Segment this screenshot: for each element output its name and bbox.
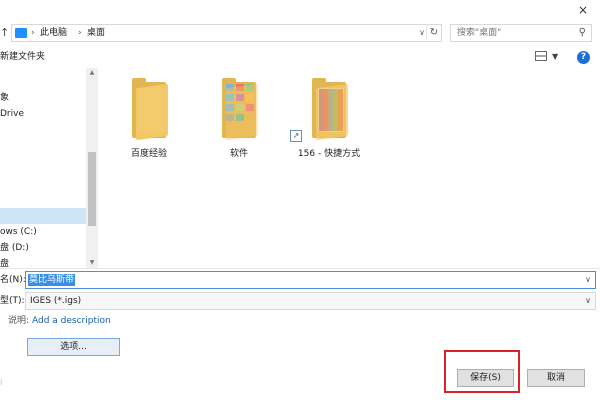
new-folder-button[interactable]: 新建文件夹 <box>0 50 45 64</box>
chevron-down-icon[interactable]: ∨ <box>585 274 591 286</box>
view-dropdown-icon[interactable]: ▼ <box>552 50 558 64</box>
file-item[interactable]: 百度经验 <box>108 72 190 168</box>
nav-item-drive-c[interactable]: ows (C:) <box>0 226 37 238</box>
computer-icon <box>15 28 27 38</box>
nav-item-drive-d[interactable]: 盘 (D:) <box>0 242 29 254</box>
up-arrow-icon[interactable]: ↑ <box>0 26 10 40</box>
search-placeholder: 搜索"桌面" <box>457 28 502 38</box>
breadcrumb-desktop[interactable]: 桌面 <box>87 26 105 40</box>
view-options-icon[interactable] <box>535 51 547 61</box>
search-icon[interactable]: ⚲ <box>579 26 586 40</box>
filetype-value: IGES (*.igs) <box>30 296 82 306</box>
description-label: 说明: <box>8 316 30 326</box>
help-icon[interactable]: ? <box>577 51 590 64</box>
file-label: 软件 <box>229 149 248 159</box>
folder-icon-front <box>316 83 348 141</box>
divider <box>0 268 600 269</box>
nav-item-selected[interactable] <box>0 208 86 224</box>
save-button[interactable]: 保存(S) <box>457 369 514 387</box>
file-label: 百度经验 <box>130 149 167 159</box>
scroll-down-icon[interactable]: ▼ <box>86 258 98 268</box>
address-bar[interactable]: › 此电脑 › 桌面 ∨ ↻ <box>11 24 442 42</box>
title-bar: × <box>0 0 600 20</box>
file-item[interactable]: 软件 <box>198 72 280 168</box>
filename-input[interactable]: 莫比乌斯带 ∨ <box>25 271 596 289</box>
refresh-icon[interactable]: ↻ <box>426 25 441 41</box>
folder-icon-front <box>136 83 168 141</box>
filename-value: 莫比乌斯带 <box>28 274 76 286</box>
filetype-label: 型(T): <box>0 296 25 306</box>
filetype-select[interactable]: IGES (*.igs) ∨ <box>25 292 596 310</box>
shortcut-arrow-icon: ↗ <box>290 130 302 142</box>
nav-item-onedrive[interactable]: Drive <box>0 108 24 120</box>
scroll-up-icon[interactable]: ▲ <box>86 68 98 78</box>
nav-item[interactable]: 象 <box>0 92 9 104</box>
nav-scrollbar[interactable]: ▲ ▼ <box>86 68 98 268</box>
resize-grip-icon[interactable]: ⁝ <box>0 378 3 388</box>
breadcrumb-separator: › <box>78 28 82 38</box>
toolbar: 新建文件夹 ▼ ? <box>0 46 600 68</box>
navigation-bar: ↑ › 此电脑 › 桌面 ∨ ↻ 搜索"桌面" ⚲ <box>0 20 600 46</box>
filename-label: 名(N): <box>0 275 26 285</box>
cancel-button[interactable]: 取消 <box>527 369 585 387</box>
breadcrumb-separator: › <box>31 28 35 38</box>
chevron-down-icon[interactable]: ∨ <box>585 295 591 307</box>
file-list: 百度经验 软件 ↗ 156 - 快捷方式 <box>98 68 598 268</box>
search-box[interactable]: 搜索"桌面" ⚲ <box>450 24 592 42</box>
options-button[interactable]: 选项... <box>27 338 120 356</box>
navigation-pane: 象 Drive ows (C:) 盘 (D:) 盘 <box>0 68 98 269</box>
scroll-thumb[interactable] <box>88 152 96 226</box>
file-item[interactable]: ↗ 156 - 快捷方式 <box>288 72 370 168</box>
address-dropdown-icon[interactable]: ∨ <box>419 26 425 40</box>
folder-icon-front <box>226 83 258 141</box>
add-description-link[interactable]: Add a description <box>32 314 111 328</box>
breadcrumb-this-pc[interactable]: 此电脑 <box>40 26 67 40</box>
file-label: 156 - 快捷方式 <box>297 149 361 159</box>
close-icon[interactable]: × <box>576 3 590 17</box>
